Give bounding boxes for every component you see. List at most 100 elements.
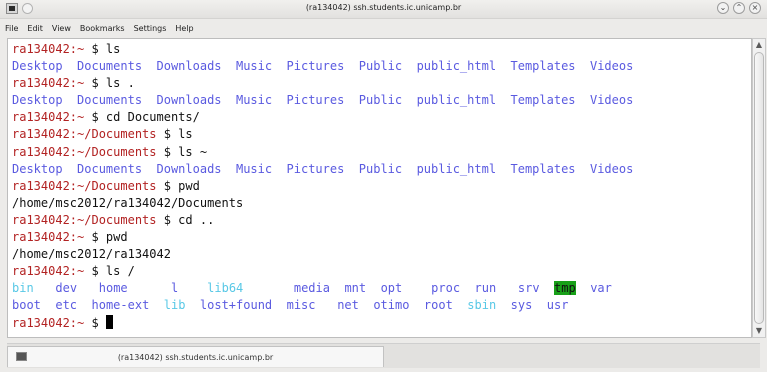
listing-entry: tmp	[554, 281, 576, 296]
terminal-window: (ra134042) ssh.students.ic.unicamp.br ⌄ …	[0, 0, 767, 372]
listing-entry: proc	[431, 281, 461, 296]
listing-entry: sbin	[467, 298, 497, 313]
listing-entry: Desktop Documents Downloads Music Pictur…	[12, 93, 634, 108]
prompt-text: ra134042:~	[12, 76, 92, 91]
listing-entry: media	[293, 281, 330, 296]
text-cursor	[105, 314, 113, 329]
menu-help[interactable]: Help	[175, 24, 193, 33]
listing-entry: usr	[546, 298, 569, 313]
terminal-line: ra134042:~ $ ls .	[12, 75, 633, 92]
terminal-line: /home/msc2012/ra134042	[12, 246, 633, 263]
listing-entry: net	[337, 298, 359, 313]
listing-entry: var	[590, 281, 612, 296]
output-text: $ ls	[91, 42, 121, 56]
session-tab[interactable]: (ra134042) ssh.students.ic.unicamp.br	[7, 346, 384, 367]
scroll-down-icon[interactable]: ▼	[755, 327, 763, 335]
terminal-output[interactable]: ra134042:~ $ ls Desktop Documents Downloa…	[7, 38, 752, 338]
maximize-icon[interactable]: ⌃	[733, 2, 745, 14]
prompt-text: ra134042:~	[12, 264, 92, 279]
terminal-line: ra134042:~ $ ls	[12, 41, 633, 58]
session-tab-label: (ra134042) ssh.students.ic.unicamp.br	[117, 353, 274, 362]
menu-edit[interactable]: Edit	[27, 24, 43, 33]
terminal-line: ra134042:~ $	[12, 314, 633, 332]
listing-entry: lost+found	[199, 298, 273, 313]
terminal-line: ra134042:~ $ ls /	[12, 263, 633, 280]
menu-bar: File Edit View Bookmarks Settings Help	[0, 19, 767, 37]
terminal-line: ra134042:~/Documents $ ls	[12, 126, 633, 143]
menu-file[interactable]: File	[5, 24, 18, 33]
close-icon[interactable]: ×	[749, 2, 761, 14]
terminal-line: ra134042:~ $ pwd	[12, 229, 633, 246]
listing-entry: run	[474, 281, 497, 296]
menu-bookmarks[interactable]: Bookmarks	[80, 24, 125, 33]
listing-entry: srv	[517, 281, 540, 296]
prompt-text: ra134042:~	[12, 110, 92, 125]
title-bar[interactable]: (ra134042) ssh.students.ic.unicamp.br ⌄ …	[0, 0, 767, 19]
terminal-lines: ra134042:~ $ ls Desktop Documents Downloa…	[12, 41, 633, 332]
listing-entry: lib	[163, 298, 186, 313]
scrollbar-thumb[interactable]	[754, 52, 764, 324]
output-text: /home/msc2012/ra134042/Documents	[12, 195, 244, 210]
terminal-line: ra134042:~/Documents $ ls ~	[12, 144, 633, 161]
listing-entry: home	[98, 281, 128, 296]
terminal-line: /home/msc2012/ra134042/Documents	[12, 195, 633, 212]
menu-view[interactable]: View	[52, 24, 71, 33]
listing-entry: otimo	[373, 298, 410, 313]
scroll-up-icon[interactable]: ▲	[755, 41, 763, 49]
terminal-line: Desktop Documents Downloads Music Pictur…	[12, 92, 633, 109]
prompt-text: ra134042:~	[12, 315, 92, 330]
listing-entry: Desktop Documents Downloads Music Pictur…	[12, 161, 634, 176]
output-text: $ pwd	[91, 230, 128, 245]
prompt-text: ra134042:~	[12, 230, 92, 245]
menu-settings[interactable]: Settings	[134, 24, 167, 33]
listing-entry: lib64	[207, 281, 244, 296]
listing-entry: Desktop Documents Downloads Music Pictur…	[12, 59, 634, 74]
listing-entry: root	[423, 298, 453, 313]
output-text: $ ls	[163, 127, 193, 142]
prompt-text: ra134042:~/Documents	[12, 212, 164, 227]
terminal-line: Desktop Documents Downloads Music Pictur…	[12, 58, 633, 75]
minimize-icon[interactable]: ⌄	[717, 2, 729, 14]
listing-entry: mnt	[344, 281, 367, 296]
listing-entry: etc	[55, 298, 78, 313]
terminal-line: ra134042:~/Documents $ cd ..	[12, 212, 633, 229]
prompt-text: ra134042:~	[12, 42, 92, 56]
listing-entry: home-ext	[91, 298, 150, 313]
terminal-line: ra134042:~ $ cd Documents/	[12, 109, 633, 126]
prompt-text: ra134042:~/Documents	[12, 178, 164, 193]
output-text: $ ls ~	[163, 144, 208, 159]
output-text: $ cd ..	[163, 212, 215, 227]
tab-bar: (ra134042) ssh.students.ic.unicamp.br	[7, 343, 760, 368]
prompt-text: ra134042:~/Documents	[12, 144, 164, 159]
window-title: (ra134042) ssh.students.ic.unicamp.br	[305, 3, 462, 12]
listing-entry: sys	[510, 298, 533, 313]
terminal-line: bin dev home l lib64 media mnt opt proc …	[12, 280, 633, 297]
vertical-scrollbar[interactable]: ▲ ▼	[752, 38, 766, 338]
listing-entry: bin	[12, 281, 34, 296]
listing-entry: opt	[380, 281, 403, 296]
listing-entry: dev	[55, 281, 78, 296]
terminal-line: boot etc home-ext lib lost+found misc ne…	[12, 297, 633, 314]
output-text: $ ls /	[91, 264, 135, 279]
